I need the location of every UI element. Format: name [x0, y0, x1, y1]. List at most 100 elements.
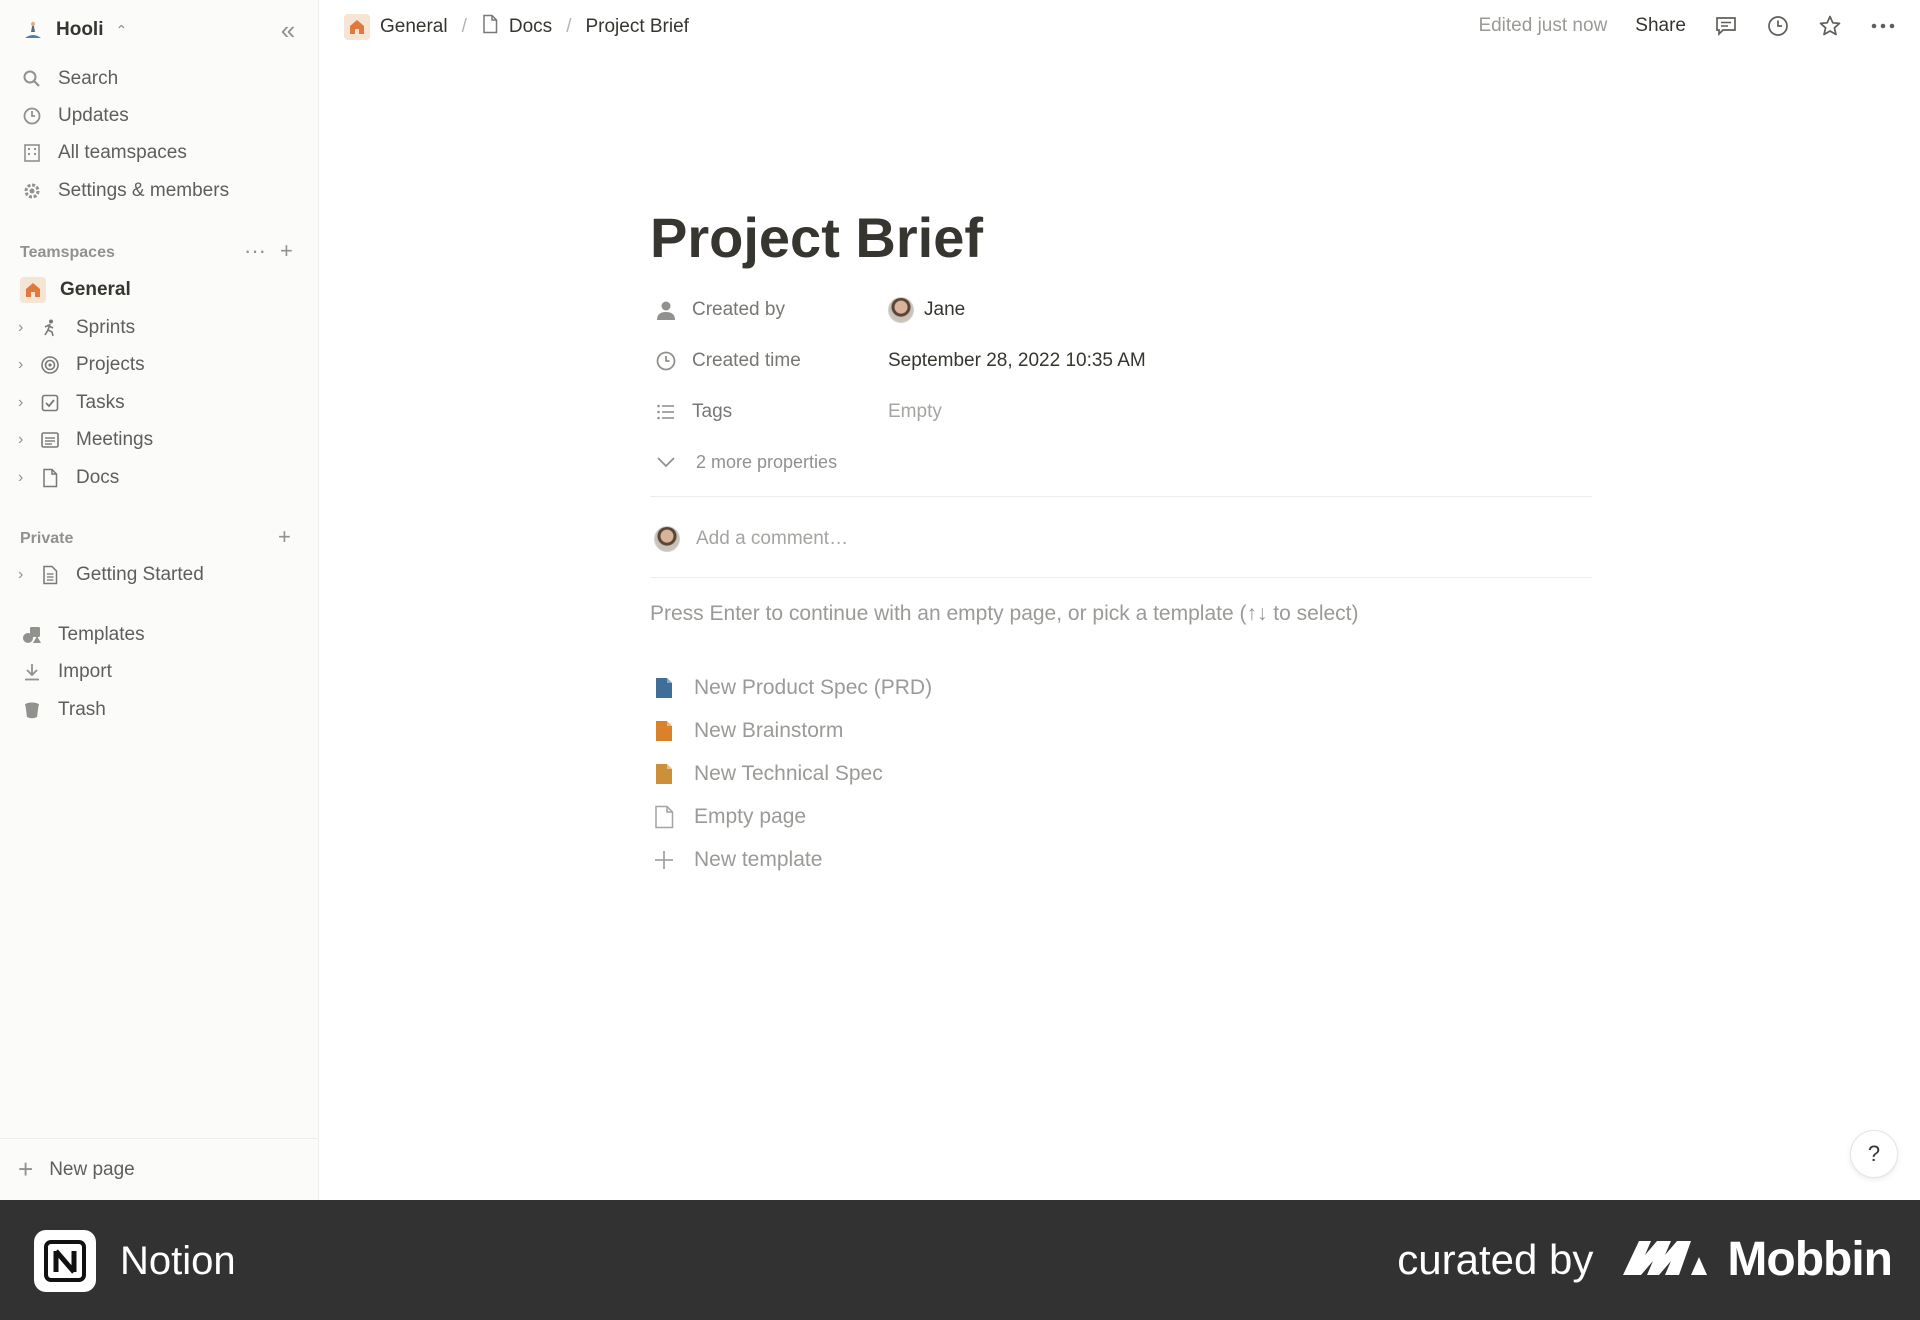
nav-updates[interactable]: Updates — [20, 99, 129, 133]
chevron-right-icon[interactable]: › — [18, 566, 36, 584]
nav-all-teamspaces[interactable]: All teamspaces — [20, 136, 187, 170]
plus-icon — [650, 846, 678, 874]
template-label: New Technical Spec — [694, 762, 883, 785]
runner-icon — [36, 316, 64, 340]
app-name: Notion — [120, 1238, 236, 1283]
sidebar-item-meetings[interactable]: › Meetings — [18, 423, 153, 457]
doc-orange-icon — [650, 717, 678, 745]
sidebar-item-sprints[interactable]: › Sprints — [18, 311, 135, 345]
sidebar-item-label: Tasks — [76, 392, 125, 413]
property-created-time[interactable]: Created time September 28, 2022 10:35 AM — [650, 341, 1592, 381]
template-option-new-template[interactable]: New template — [650, 842, 822, 878]
new-page-button[interactable]: + New page — [0, 1138, 319, 1200]
property-created-by[interactable]: Created by Jane — [650, 290, 1592, 330]
breadcrumb-general[interactable]: General — [344, 14, 448, 40]
nav-search[interactable]: Search — [20, 62, 118, 96]
workspace-name: Hooli — [56, 19, 104, 40]
creator-name: Jane — [924, 299, 966, 320]
property-label: Created by — [692, 299, 785, 320]
download-icon — [20, 660, 44, 684]
breadcrumb-label: General — [380, 16, 448, 37]
breadcrumb-project-brief[interactable]: Project Brief — [585, 16, 688, 38]
topbar: General / Docs / Project Brief Edited ju… — [320, 0, 1920, 60]
search-icon — [20, 67, 44, 91]
chevron-right-icon[interactable]: › — [18, 319, 36, 337]
page-title[interactable]: Project Brief — [650, 205, 983, 270]
edited-status: Edited just now — [1478, 15, 1608, 36]
collapse-sidebar-button[interactable]: « — [272, 14, 304, 46]
home-icon — [344, 14, 370, 40]
history-icon[interactable] — [1766, 14, 1790, 38]
chevron-right-icon[interactable]: › — [18, 431, 36, 449]
breadcrumb: General / Docs / Project Brief — [344, 14, 689, 40]
more-icon[interactable]: ··· — [244, 238, 266, 264]
sidebar-item-label: Docs — [76, 467, 120, 488]
template-option-prd[interactable]: New Product Spec (PRD) — [650, 670, 932, 706]
page-icon — [481, 14, 499, 40]
teamspaces-section-label: Teamspaces — [20, 244, 115, 261]
template-option-empty-page[interactable]: Empty page — [650, 799, 806, 835]
chevron-right-icon[interactable]: › — [18, 394, 36, 412]
plus-icon: + — [18, 1154, 34, 1184]
doc-gold-icon — [650, 760, 678, 788]
nav-label: All teamspaces — [58, 142, 187, 163]
comment-icon[interactable] — [1714, 14, 1738, 38]
private-section-label: Private — [20, 530, 74, 547]
person-icon — [650, 299, 682, 321]
sidebar-item-docs[interactable]: › Docs — [18, 461, 119, 495]
clock-icon — [20, 104, 44, 128]
new-page-label: New page — [49, 1158, 135, 1180]
property-value: Jane — [888, 297, 965, 323]
property-value: Empty — [888, 401, 942, 422]
breadcrumb-docs[interactable]: Docs — [481, 14, 552, 40]
nav-settings-members[interactable]: Settings & members — [20, 174, 229, 208]
sidebar-item-projects[interactable]: › Projects — [18, 348, 145, 382]
property-label: Tags — [692, 401, 733, 422]
star-icon[interactable] — [1818, 14, 1842, 38]
template-label: Empty page — [694, 805, 807, 828]
help-button[interactable]: ? — [1850, 1130, 1898, 1178]
nav-label: Trash — [58, 699, 106, 720]
property-tags[interactable]: Tags Empty — [650, 392, 1592, 432]
chevron-down-icon — [650, 456, 682, 468]
share-button[interactable]: Share — [1635, 15, 1686, 37]
notion-logo-icon — [34, 1230, 96, 1292]
clock-icon — [650, 350, 682, 372]
nav-label: Settings & members — [58, 180, 230, 201]
checkbox-icon — [36, 391, 64, 415]
nav-label: Import — [58, 661, 112, 682]
nav-label: Search — [58, 68, 119, 89]
notes-icon — [36, 428, 64, 452]
doc-blue-icon — [650, 674, 678, 702]
sidebar: Hooli ⌃ « Search Updates All teamspaces — [0, 0, 319, 1200]
breadcrumb-separator: / — [461, 16, 467, 37]
shapes-icon — [20, 623, 44, 647]
nav-trash[interactable]: Trash — [20, 693, 106, 727]
comment-placeholder: Add a comment… — [696, 528, 849, 549]
more-icon[interactable] — [1870, 14, 1896, 38]
nav-import[interactable]: Import — [20, 655, 112, 689]
target-icon — [36, 353, 64, 377]
nav-templates[interactable]: Templates — [20, 618, 145, 652]
page-icon — [650, 803, 678, 831]
plus-icon[interactable]: + — [280, 238, 293, 264]
teamspaces-actions: ··· + — [244, 238, 293, 264]
comment-input[interactable]: Add a comment… — [650, 518, 848, 560]
sidebar-item-getting-started[interactable]: › Getting Started — [18, 558, 204, 592]
plus-icon[interactable]: + — [278, 524, 291, 550]
more-properties-toggle[interactable]: 2 more properties — [650, 442, 837, 482]
template-option-brainstorm[interactable]: New Brainstorm — [650, 713, 843, 749]
topbar-actions: Edited just now Share — [1478, 14, 1896, 38]
sidebar-item-tasks[interactable]: › Tasks — [18, 386, 125, 420]
workspace-switcher[interactable]: Hooli ⌃ — [20, 14, 127, 46]
mobbin-brand: Mobbin — [1621, 1232, 1893, 1287]
chevron-right-icon[interactable]: › — [18, 356, 36, 374]
curated-by-label: curated by — [1397, 1235, 1594, 1283]
trash-icon — [20, 698, 44, 722]
sidebar-item-general[interactable]: General — [20, 273, 131, 307]
chevron-right-icon[interactable]: › — [18, 469, 36, 487]
double-chevron-left-icon: « — [280, 14, 296, 45]
document-icon — [36, 563, 64, 587]
template-option-technical-spec[interactable]: New Technical Spec — [650, 756, 883, 792]
sidebar-item-label: General — [60, 279, 131, 300]
